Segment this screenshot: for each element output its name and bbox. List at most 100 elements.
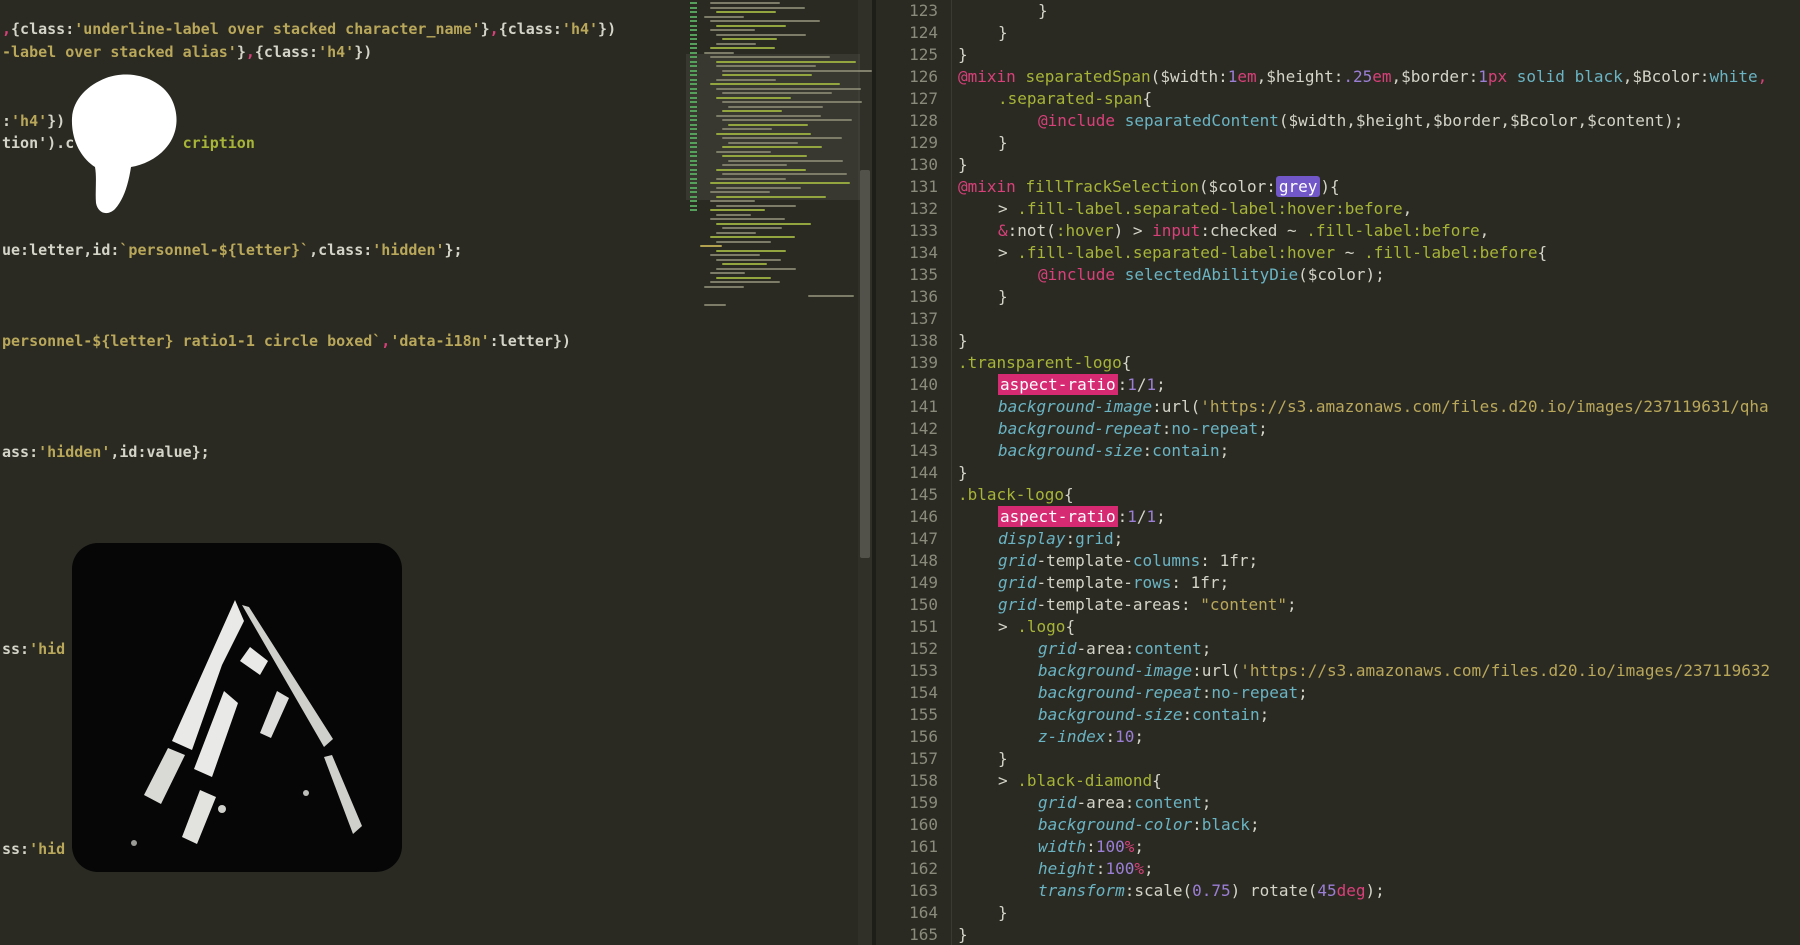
- code-line[interactable]: 163transform:scale(0.75) rotate(45deg);: [876, 880, 1800, 902]
- code-line[interactable]: 155background-size:contain;: [876, 704, 1800, 726]
- line-number[interactable]: 144: [876, 462, 951, 484]
- line-number[interactable]: 124: [876, 22, 951, 44]
- code-line[interactable]: 152grid-area:content;: [876, 638, 1800, 660]
- code-line[interactable]: 151> .logo{: [876, 616, 1800, 638]
- code-line[interactable]: 124}: [876, 22, 1800, 44]
- code-line[interactable]: 165}: [876, 924, 1800, 945]
- code-line[interactable]: 136}: [876, 286, 1800, 308]
- code-line[interactable]: 131@mixin fillTrackSelection($color:grey…: [876, 176, 1800, 198]
- code-line[interactable]: ,{class:'underline-label over stacked ch…: [2, 19, 616, 40]
- code-line[interactable]: 141background-image:url('https://s3.amaz…: [876, 396, 1800, 418]
- line-number[interactable]: 137: [876, 308, 951, 330]
- code-line[interactable]: 143background-size:contain;: [876, 440, 1800, 462]
- line-number[interactable]: 141: [876, 396, 951, 418]
- line-number[interactable]: 131: [876, 176, 951, 198]
- line-number[interactable]: 130: [876, 154, 951, 176]
- line-number[interactable]: 133: [876, 220, 951, 242]
- line-number[interactable]: 139: [876, 352, 951, 374]
- code-line[interactable]: 154background-repeat:no-repeat;: [876, 682, 1800, 704]
- line-number[interactable]: 142: [876, 418, 951, 440]
- line-number[interactable]: 138: [876, 330, 951, 352]
- code-line[interactable]: 138}: [876, 330, 1800, 352]
- line-number[interactable]: 126: [876, 66, 951, 88]
- code-line[interactable]: 147display:grid;: [876, 528, 1800, 550]
- code-line[interactable]: 140aspect-ratio:1/1;: [876, 374, 1800, 396]
- line-number[interactable]: 162: [876, 858, 951, 880]
- line-number[interactable]: 163: [876, 880, 951, 902]
- left-pane-scrollbar-thumb[interactable]: [860, 170, 870, 558]
- line-number[interactable]: 127: [876, 88, 951, 110]
- code-line[interactable]: 127.separated-span{: [876, 88, 1800, 110]
- code-line[interactable]: 134> .fill-label.separated-label:hover ~…: [876, 242, 1800, 264]
- code-line[interactable]: 146aspect-ratio:1/1;: [876, 506, 1800, 528]
- line-number[interactable]: 125: [876, 44, 951, 66]
- code-line[interactable]: 161width:100%;: [876, 836, 1800, 858]
- line-number[interactable]: 161: [876, 836, 951, 858]
- line-number[interactable]: 132: [876, 198, 951, 220]
- code-line[interactable]: 160background-color:black;: [876, 814, 1800, 836]
- line-number[interactable]: 149: [876, 572, 951, 594]
- line-number[interactable]: 128: [876, 110, 951, 132]
- line-number[interactable]: 158: [876, 770, 951, 792]
- code-line[interactable]: 150grid-template-areas: "content";: [876, 594, 1800, 616]
- code-line[interactable]: 158> .black-diamond{: [876, 770, 1800, 792]
- code-line[interactable]: 125}: [876, 44, 1800, 66]
- code-line[interactable]: 164}: [876, 902, 1800, 924]
- line-number[interactable]: 154: [876, 682, 951, 704]
- code-line[interactable]: 145.black-logo{: [876, 484, 1800, 506]
- code-line[interactable]: 149grid-template-rows: 1fr;: [876, 572, 1800, 594]
- line-number[interactable]: 148: [876, 550, 951, 572]
- line-number[interactable]: 153: [876, 660, 951, 682]
- code-line[interactable]: ue:letter,id:`personnel-${letter}`,class…: [2, 240, 463, 261]
- line-number[interactable]: 156: [876, 726, 951, 748]
- code-line[interactable]: 123}: [876, 0, 1800, 22]
- editor-pane-right[interactable]: 123}124}125}126@mixin separatedSpan($wid…: [876, 0, 1800, 945]
- line-number[interactable]: 152: [876, 638, 951, 660]
- line-number[interactable]: 140: [876, 374, 951, 396]
- code-line[interactable]: 126@mixin separatedSpan($width:1em,$heig…: [876, 66, 1800, 88]
- line-number[interactable]: 159: [876, 792, 951, 814]
- code-line[interactable]: :'h4'}): [2, 111, 65, 132]
- line-number[interactable]: 143: [876, 440, 951, 462]
- code-line[interactable]: 148grid-template-columns: 1fr;: [876, 550, 1800, 572]
- line-number[interactable]: 165: [876, 924, 951, 945]
- code-line[interactable]: 157}: [876, 748, 1800, 770]
- minimap[interactable]: [686, 0, 860, 330]
- code-line[interactable]: personnel-${letter} ratio1-1 circle boxe…: [2, 331, 571, 352]
- line-number[interactable]: 135: [876, 264, 951, 286]
- line-number[interactable]: 123: [876, 0, 951, 22]
- line-number[interactable]: 145: [876, 484, 951, 506]
- editor-pane-left[interactable]: ,{class:'underline-label over stacked ch…: [0, 0, 872, 945]
- line-number[interactable]: 160: [876, 814, 951, 836]
- line-number[interactable]: 136: [876, 286, 951, 308]
- code-line[interactable]: 133&:not(:hover) > input:checked ~ .fill…: [876, 220, 1800, 242]
- line-number[interactable]: 129: [876, 132, 951, 154]
- code-line[interactable]: 132> .fill-label.separated-label:hover:b…: [876, 198, 1800, 220]
- line-number[interactable]: 164: [876, 902, 951, 924]
- code-line[interactable]: 159grid-area:content;: [876, 792, 1800, 814]
- code-line[interactable]: ss:'hid: [2, 639, 65, 660]
- line-number[interactable]: 151: [876, 616, 951, 638]
- code-line[interactable]: ass:'hidden',id:value};: [2, 442, 210, 463]
- code-line[interactable]: ss:'hid: [2, 839, 65, 860]
- code-line[interactable]: 139.transparent-logo{: [876, 352, 1800, 374]
- code-line[interactable]: 130}: [876, 154, 1800, 176]
- code-line[interactable]: -label over stacked alias'},{class:'h4'}…: [2, 42, 372, 63]
- code-line[interactable]: 162height:100%;: [876, 858, 1800, 880]
- code-line[interactable]: 137: [876, 308, 1800, 330]
- line-number[interactable]: 157: [876, 748, 951, 770]
- line-number[interactable]: 150: [876, 594, 951, 616]
- line-number[interactable]: 134: [876, 242, 951, 264]
- minimap-change-marker: [690, 205, 697, 207]
- line-number[interactable]: 147: [876, 528, 951, 550]
- code-line[interactable]: 156z-index:10;: [876, 726, 1800, 748]
- line-number[interactable]: 155: [876, 704, 951, 726]
- code-line[interactable]: 142background-repeat:no-repeat;: [876, 418, 1800, 440]
- code-line[interactable]: 144}: [876, 462, 1800, 484]
- code-line[interactable]: 135@include selectedAbilityDie($color);: [876, 264, 1800, 286]
- code-line[interactable]: 129}: [876, 132, 1800, 154]
- code-line[interactable]: 128@include separatedContent($width,$hei…: [876, 110, 1800, 132]
- line-number[interactable]: 146: [876, 506, 951, 528]
- code-line[interactable]: 153background-image:url('https://s3.amaz…: [876, 660, 1800, 682]
- minimap-line: [716, 250, 786, 252]
